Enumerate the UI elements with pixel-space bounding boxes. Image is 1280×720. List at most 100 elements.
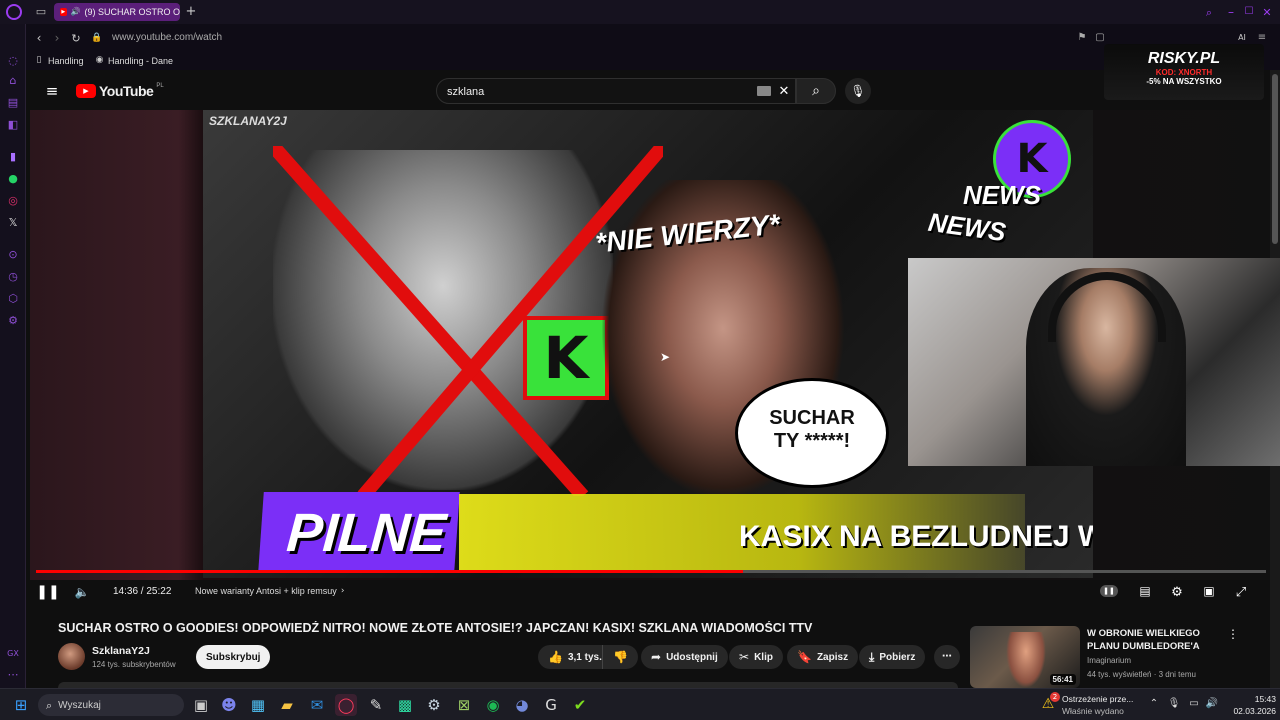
channel-name[interactable]: SzklanaY2J: [92, 645, 150, 657]
time-display: 14:36 / 25:22: [113, 586, 172, 597]
clock-time[interactable]: 15:43: [1236, 694, 1276, 704]
volume-tray-icon[interactable]: 🔊: [1206, 698, 1218, 710]
search-button[interactable]: ⌕: [796, 78, 836, 104]
taskbar-search[interactable]: ⌕ Wyszukaj: [38, 694, 184, 716]
new-tab-button[interactable]: +: [184, 4, 198, 18]
tab-youtube[interactable]: ▶ 🔊 (9) SUCHAR OSTRO O: [54, 3, 180, 21]
search-input[interactable]: szklana: [447, 86, 484, 98]
notification-toast[interactable]: ⚠ 2 Ostrzeżenie prze... Właśnie wydano: [1040, 692, 1140, 718]
chevron-right-icon: ›: [340, 585, 345, 596]
tab-title: (9) SUCHAR OSTRO O: [84, 7, 180, 17]
aria-ai-icon[interactable]: AI: [1234, 32, 1250, 44]
keyboard-icon[interactable]: [757, 86, 771, 96]
back-button[interactable]: ‹: [32, 31, 46, 45]
hamburger-menu-icon[interactable]: ≡: [44, 83, 60, 99]
sidebar-news-icon[interactable]: ▤: [5, 94, 21, 110]
spotify-icon[interactable]: ◉: [482, 694, 504, 716]
clip-button[interactable]: ✂ Klip: [729, 645, 783, 669]
globe-icon: ◉: [95, 55, 104, 65]
settings-gear-icon[interactable]: ⚙: [1169, 584, 1185, 600]
sidebar-extensions-icon[interactable]: ⬡: [5, 290, 21, 306]
recommended-channel[interactable]: Imaginarium: [1087, 656, 1131, 665]
sidebar-settings-icon[interactable]: ⚙: [5, 312, 21, 328]
minimize-button[interactable]: –: [1224, 5, 1238, 19]
reload-button[interactable]: ↻: [69, 31, 83, 45]
autoplay-toggle[interactable]: ❚❚: [1100, 585, 1118, 597]
task-view-icon[interactable]: ▣: [190, 694, 212, 716]
tab-workspace-icon[interactable]: ▭: [34, 4, 48, 18]
xbox-icon[interactable]: ⊠: [453, 694, 475, 716]
whatsapp-icon[interactable]: ●: [5, 170, 21, 186]
pilne-banner: PILNE: [258, 492, 460, 572]
channel-avatar[interactable]: [58, 643, 85, 670]
save-label: Zapisz: [816, 651, 849, 663]
share-label: Udostępnij: [666, 651, 718, 663]
recommended-video-thumbnail[interactable]: 56:41: [970, 626, 1080, 688]
bookmark-handling-dane[interactable]: Handling - Dane: [108, 56, 173, 66]
app-icon-g[interactable]: G: [540, 694, 562, 716]
network-icon[interactable]: ▭: [1188, 698, 1200, 710]
clear-search-icon[interactable]: ✕: [777, 84, 791, 98]
bookmark-icon[interactable]: ⚑: [1076, 32, 1088, 44]
steam-icon[interactable]: ⚙: [423, 694, 445, 716]
opera-gx-taskbar-icon[interactable]: ◯: [335, 694, 357, 716]
file-explorer-icon[interactable]: ▰: [276, 694, 298, 716]
browser-tab-bar: ▭ ▶ 🔊 (9) SUCHAR OSTRO O + ⌕ – ☐ ✕: [0, 0, 1280, 24]
twitch-icon[interactable]: ▮: [5, 148, 21, 164]
speaker-icon[interactable]: 🔊: [71, 8, 81, 16]
subscribe-button[interactable]: Subskrybuj: [196, 645, 271, 669]
tray-chevron-icon[interactable]: ⌃: [1148, 698, 1160, 710]
bookmark-handling[interactable]: Handling: [48, 56, 84, 66]
app-icon-green[interactable]: ▩: [394, 694, 416, 716]
download-label: Pobierz: [879, 651, 916, 663]
x-twitter-icon[interactable]: 𝕏: [5, 214, 21, 230]
instagram-icon[interactable]: ◎: [5, 192, 21, 208]
opera-logo-icon[interactable]: [6, 4, 22, 20]
download-button[interactable]: ⤓ Pobierz: [859, 645, 926, 669]
volume-button[interactable]: 🔈: [74, 584, 90, 600]
share-button[interactable]: ➦ Udostępnij: [641, 645, 728, 669]
dislike-button[interactable]: 👎: [602, 645, 638, 669]
search-box[interactable]: szklana ✕: [436, 78, 796, 104]
recommended-more-icon[interactable]: ⋮: [1227, 627, 1239, 641]
more-actions-button[interactable]: ⋯: [934, 645, 960, 669]
sidebar-player-icon[interactable]: ⊙: [5, 246, 21, 262]
search-tabs-icon[interactable]: ⌕: [1202, 5, 1216, 19]
subtitles-button[interactable]: ▤: [1137, 584, 1153, 598]
thumbs-up-icon: 👍: [548, 650, 563, 664]
windows-start-icon[interactable]: ⊞: [12, 696, 30, 714]
snapshot-icon[interactable]: ▢: [1094, 32, 1106, 44]
like-button[interactable]: 👍 3,1 tys.: [538, 645, 610, 669]
save-button[interactable]: 🔖 Zapisz: [787, 645, 859, 669]
app-icon-pen[interactable]: ✎: [365, 694, 387, 716]
bookmarks-bar: ▯ Handling ◉ Handling - Dane: [26, 52, 1280, 70]
fullscreen-button[interactable]: ⤢: [1233, 584, 1249, 600]
app-icon-check[interactable]: ✔: [569, 694, 591, 716]
menu-icon[interactable]: ≡: [1256, 32, 1268, 44]
microphone-icon[interactable]: 🎙: [1168, 698, 1181, 710]
url-field[interactable]: www.youtube.com/watch: [112, 32, 222, 43]
teams-icon[interactable]: ☻: [218, 694, 240, 716]
clock-date[interactable]: 02.03.2026: [1226, 706, 1276, 716]
forward-button[interactable]: ›: [50, 31, 64, 45]
sidebar-gx-corner-icon[interactable]: ◧: [5, 116, 21, 132]
progress-bar[interactable]: [36, 570, 1266, 573]
maximize-button[interactable]: ☐: [1242, 5, 1256, 19]
store-icon[interactable]: ▦: [247, 694, 269, 716]
youtube-logo[interactable]: ▶ YouTube PL: [76, 83, 164, 99]
gx-control-icon[interactable]: GX: [5, 646, 21, 662]
voice-search-icon[interactable]: 🎙: [845, 78, 871, 104]
sidebar-history-icon[interactable]: ◷: [5, 268, 21, 284]
taskbar-search-label: Wyszukaj: [58, 699, 101, 711]
pause-button[interactable]: ❚❚: [36, 584, 59, 600]
close-window-button[interactable]: ✕: [1260, 5, 1274, 19]
scrollbar-thumb[interactable]: [1272, 74, 1278, 244]
outlook-icon[interactable]: ✉: [306, 694, 328, 716]
sidebar-home-icon[interactable]: ◌: [5, 52, 21, 68]
sidebar-store-icon[interactable]: ⌂: [5, 72, 21, 88]
miniplayer-button[interactable]: ▣: [1201, 584, 1217, 598]
sidebar-more-icon[interactable]: ⋯: [5, 666, 21, 682]
discord-icon[interactable]: ◕: [511, 694, 533, 716]
recommended-video-title[interactable]: W OBRONIE WIELKIEGO PLANU DUMBLEDORE'A: [1087, 627, 1227, 653]
chapter-link[interactable]: Nowe warianty Antosi + klip remsuy ›: [195, 586, 344, 596]
